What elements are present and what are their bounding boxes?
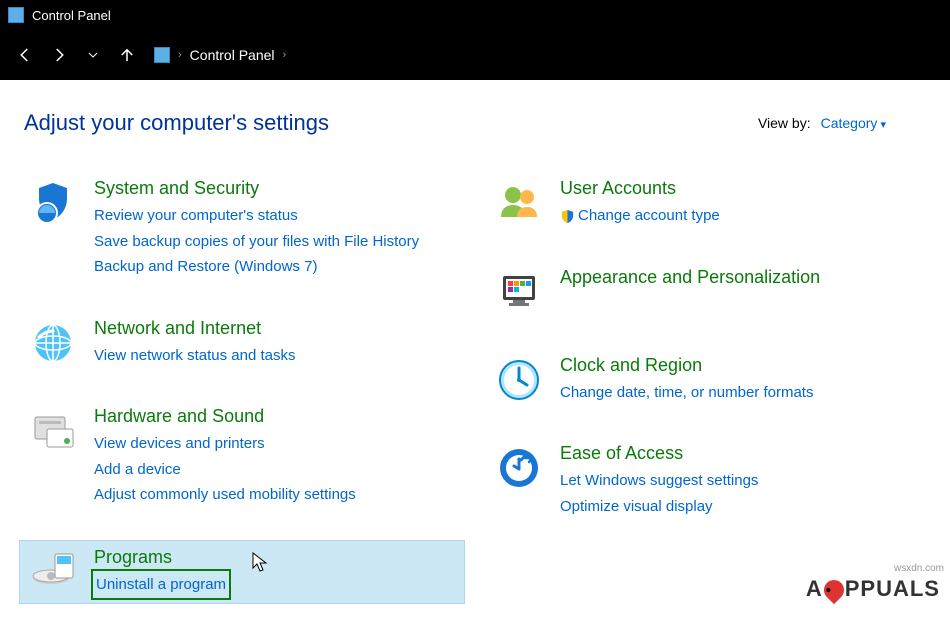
category-title[interactable]: Hardware and Sound	[94, 406, 356, 427]
recent-dropdown[interactable]	[78, 40, 108, 70]
category-link[interactable]: Review your computer's status	[94, 203, 419, 229]
category-link[interactable]: Change account type	[560, 203, 720, 229]
category-programs: Programs Uninstall a program	[19, 540, 465, 605]
category-link[interactable]: Let Windows suggest settings	[560, 468, 758, 494]
appearance-and-personalization-icon[interactable]	[494, 267, 544, 317]
content-area: Adjust your computer's settings View by:…	[0, 80, 950, 640]
view-by-label: View by:	[758, 115, 811, 131]
category-title[interactable]: Network and Internet	[94, 318, 296, 339]
view-by-control: View by: Category	[758, 115, 926, 131]
category-user-accounts: User Accounts Change account type	[490, 172, 926, 235]
category-link[interactable]: Save backup copies of your files with Fi…	[94, 229, 419, 255]
category-appearance-and-personalization: Appearance and Personalization	[490, 261, 926, 323]
control-panel-icon	[154, 47, 170, 63]
clock-and-region-icon[interactable]	[494, 355, 544, 405]
category-title[interactable]: Appearance and Personalization	[560, 267, 820, 288]
category-title[interactable]: User Accounts	[560, 178, 720, 199]
category-ease-of-access: Ease of Access Let Windows suggest settin…	[490, 437, 926, 525]
window-title: Control Panel	[32, 8, 111, 23]
ease-of-access-icon[interactable]	[494, 443, 544, 493]
category-title[interactable]: Ease of Access	[560, 443, 758, 464]
bug-icon	[820, 576, 848, 604]
forward-button[interactable]	[44, 40, 74, 70]
category-system-and-security: System and Security Review your computer'…	[24, 172, 460, 286]
user-accounts-icon[interactable]	[494, 178, 544, 228]
breadcrumb-location[interactable]: Control Panel	[190, 47, 275, 63]
category-link[interactable]: View devices and printers	[94, 431, 356, 457]
category-link[interactable]: Backup and Restore (Windows 7)	[94, 254, 419, 280]
up-button[interactable]	[112, 40, 142, 70]
category-link[interactable]: Adjust commonly used mobility settings	[94, 482, 356, 508]
brand-watermark: APPUALS	[806, 576, 940, 602]
page-title: Adjust your computer's settings	[24, 110, 329, 136]
chevron-right-icon[interactable]: ›	[283, 49, 287, 61]
control-panel-icon	[8, 7, 24, 23]
category-link[interactable]: Optimize visual display	[560, 494, 758, 520]
category-network-and-internet: Network and Internet View network status …	[24, 312, 460, 375]
category-clock-and-region: Clock and Region Change date, time, or nu…	[490, 349, 926, 412]
category-link[interactable]: Add a device	[94, 457, 356, 483]
category-link[interactable]: View network status and tasks	[94, 343, 296, 369]
navigation-bar: › Control Panel ›	[0, 30, 950, 80]
category-title[interactable]: System and Security	[94, 178, 419, 199]
system-and-security-icon[interactable]	[28, 178, 78, 228]
source-watermark: wsxdn.com	[894, 563, 944, 574]
category-hardware-and-sound: Hardware and Sound View devices and print…	[24, 400, 460, 514]
titlebar: Control Panel	[0, 0, 950, 30]
back-button[interactable]	[10, 40, 40, 70]
category-title[interactable]: Clock and Region	[560, 355, 813, 376]
network-and-internet-icon[interactable]	[28, 318, 78, 368]
hardware-and-sound-icon[interactable]	[28, 406, 78, 456]
programs-icon[interactable]	[28, 547, 78, 597]
address-bar[interactable]: › Control Panel ›	[146, 40, 294, 70]
chevron-right-icon: ›	[178, 49, 182, 61]
category-title[interactable]: Programs	[94, 547, 228, 568]
mouse-cursor	[252, 552, 268, 574]
category-link[interactable]: Uninstall a program	[94, 572, 228, 598]
view-by-dropdown[interactable]: Category	[821, 115, 886, 131]
category-link[interactable]: Change date, time, or number formats	[560, 380, 813, 406]
